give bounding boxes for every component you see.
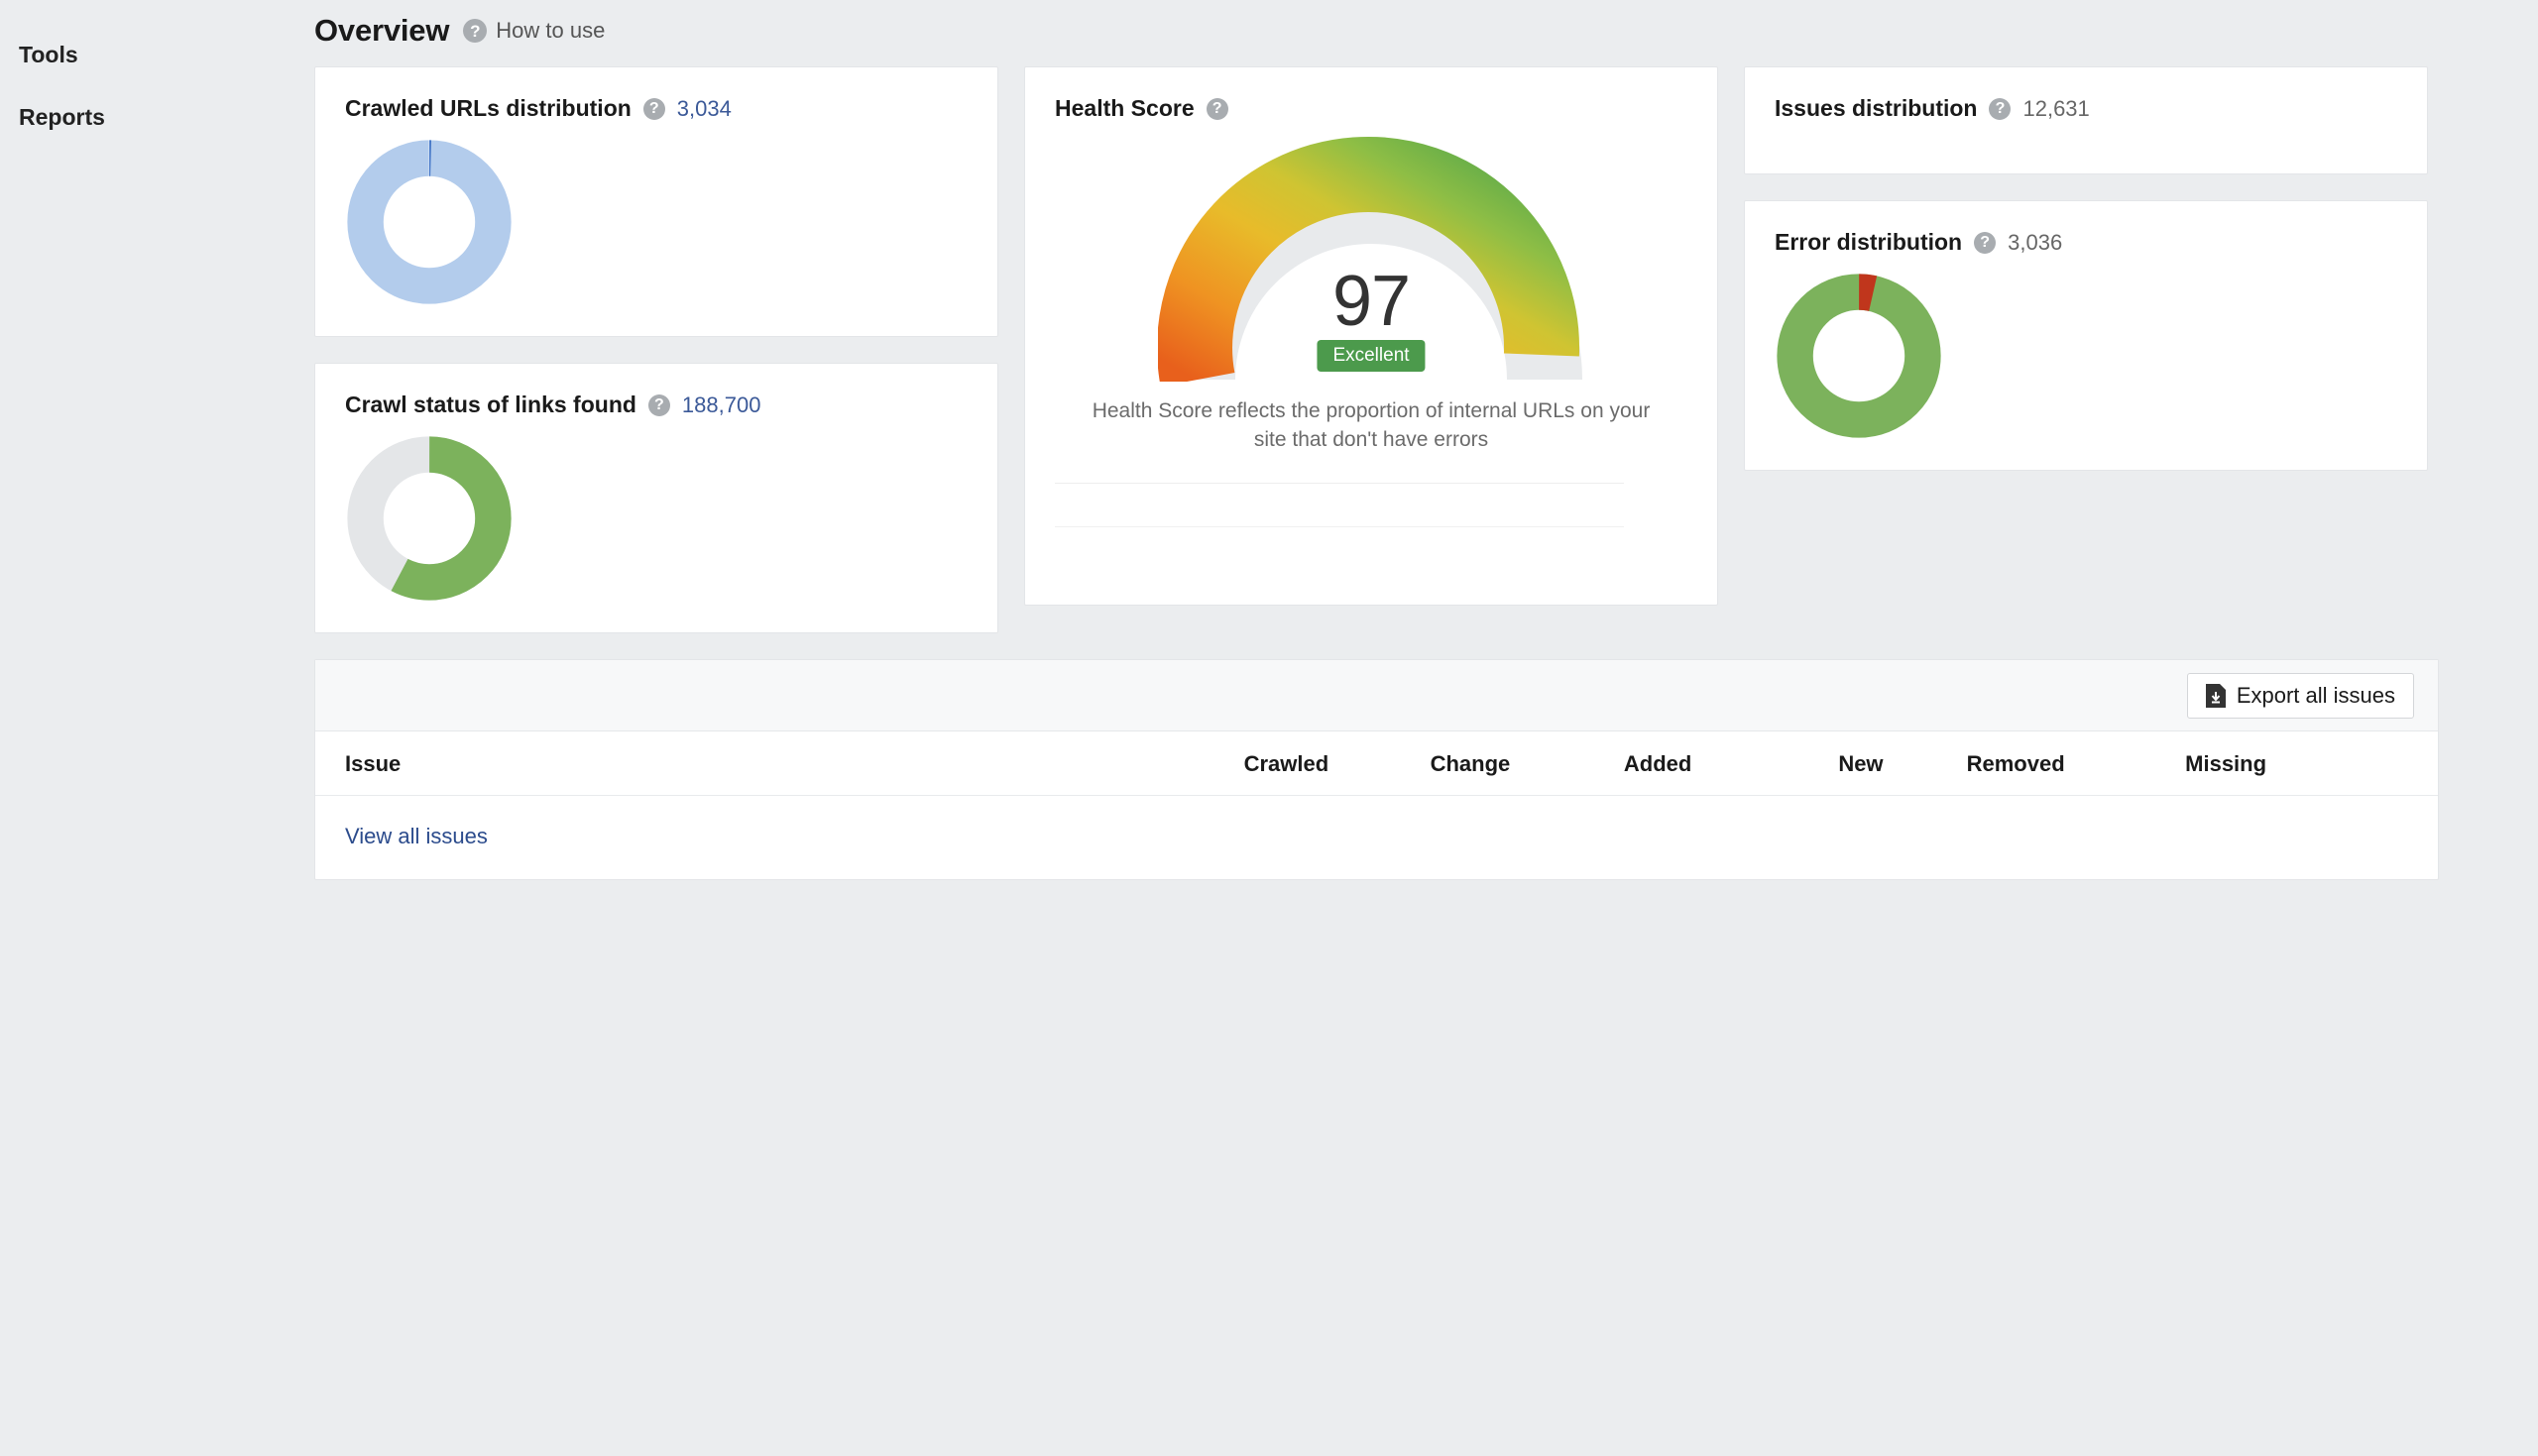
card-title: Issues distribution [1775, 95, 1977, 122]
dashboard-cards: Crawled URLs distribution ? 3,034 [314, 66, 2439, 633]
column-header-badge [981, 731, 1147, 796]
health-score-description: Health Score reflects the proportion of … [1074, 397, 1669, 455]
card-total: 12,631 [2022, 96, 2089, 122]
export-all-issues-label: Export all issues [2237, 683, 2395, 709]
sidebar-heading-reports: Reports [0, 96, 297, 139]
column-header-sparkline [2266, 731, 2358, 796]
question-mark-icon[interactable]: ? [643, 98, 665, 120]
column-header-missing[interactable]: Missing [2065, 731, 2266, 796]
cards-column-left: Crawled URLs distribution ? 3,034 [314, 66, 998, 633]
health-score-rating-badge: Excellent [1317, 340, 1425, 372]
card-header: Error distribution ? 3,036 [1745, 201, 2427, 256]
issues-table-card: Export all issues Issue Crawled Change [314, 659, 2439, 880]
card-health-score: Health Score ? [1024, 66, 1718, 606]
card-title: Error distribution [1775, 229, 1962, 256]
health-score-value: 97 [1158, 261, 1584, 342]
card-title: Crawled URLs distribution [345, 95, 632, 122]
column-header-crawled[interactable]: Crawled [1147, 731, 1328, 796]
cards-column-right: Issues distribution ? 12,631 Error distr… [1744, 66, 2428, 471]
crawled-urls-donut-chart [345, 138, 514, 306]
column-header-actions [2358, 731, 2438, 796]
health-score-gauge: 97 Excellent [1158, 134, 1584, 382]
question-mark-icon[interactable]: ? [1989, 98, 2011, 120]
export-all-issues-button[interactable]: Export all issues [2187, 673, 2414, 719]
how-to-use-link[interactable]: ? How to use [463, 18, 605, 44]
question-mark-icon: ? [463, 19, 487, 43]
sidebar: Tools Reports [0, 0, 297, 1456]
column-header-added[interactable]: Added [1510, 731, 1691, 796]
card-header: Crawled URLs distribution ? 3,034 [315, 67, 997, 122]
how-to-use-label: How to use [496, 18, 605, 44]
crawl-status-donut-chart [345, 434, 514, 603]
page-title: Overview [314, 13, 449, 49]
card-title: Crawl status of links found [345, 392, 636, 418]
question-mark-icon[interactable]: ? [1974, 232, 1996, 254]
download-icon [2206, 684, 2226, 708]
history-bars [1055, 483, 1624, 577]
question-mark-icon[interactable]: ? [648, 394, 670, 416]
issues-tabs: Export all issues [315, 660, 2438, 731]
donut-chart-area [1745, 256, 2427, 470]
error-distribution-donut-chart [1775, 272, 1943, 440]
issues-table: Issue Crawled Change Added New Removed M… [315, 731, 2438, 796]
column-header-issue[interactable]: Issue [315, 731, 981, 796]
card-error-distribution: Error distribution ? 3,036 [1744, 200, 2428, 471]
health-score-body: 97 Excellent Health Score reflects the p… [1025, 122, 1717, 475]
cards-column-middle: Health Score ? [1024, 66, 1718, 606]
card-crawled-urls-distribution: Crawled URLs distribution ? 3,034 [314, 66, 998, 337]
column-header-removed[interactable]: Removed [1884, 731, 2065, 796]
tabs-spacer: Export all issues [315, 660, 2438, 730]
view-all-issues-container: View all issues [315, 796, 2438, 879]
view-all-issues-link[interactable]: View all issues [345, 824, 488, 848]
card-total: 188,700 [682, 392, 761, 418]
card-total: 3,034 [677, 96, 732, 122]
sidebar-divider-assets [0, 139, 297, 161]
history-y-axis [1624, 483, 1687, 577]
page-header: Overview ? How to use [314, 0, 2439, 66]
card-total: 3,036 [2008, 230, 2062, 256]
card-title: Health Score [1055, 95, 1195, 122]
question-mark-icon[interactable]: ? [1207, 98, 1228, 120]
card-header: Health Score ? [1025, 67, 1717, 122]
sidebar-heading-tools: Tools [0, 34, 297, 76]
column-header-new[interactable]: New [1691, 731, 1883, 796]
donut-chart-area [315, 418, 997, 632]
main-content: Overview ? How to use Crawled URLs distr… [297, 0, 2538, 1456]
card-crawl-status: Crawl status of links found ? 188,700 [314, 363, 998, 633]
donut-chart-area [315, 122, 997, 336]
issues-distribution-bars [1745, 122, 2427, 173]
card-header: Crawl status of links found ? 188,700 [315, 364, 997, 418]
app-root: Tools Reports Overview ? How to use Craw… [0, 0, 2538, 1456]
card-issues-distribution: Issues distribution ? 12,631 [1744, 66, 2428, 174]
sidebar-divider-external [0, 161, 297, 182]
table-header-row: Issue Crawled Change Added New Removed M… [315, 731, 2438, 796]
health-score-history-chart [1025, 475, 1717, 605]
column-header-change[interactable]: Change [1328, 731, 1510, 796]
card-header: Issues distribution ? 12,631 [1745, 67, 2427, 122]
